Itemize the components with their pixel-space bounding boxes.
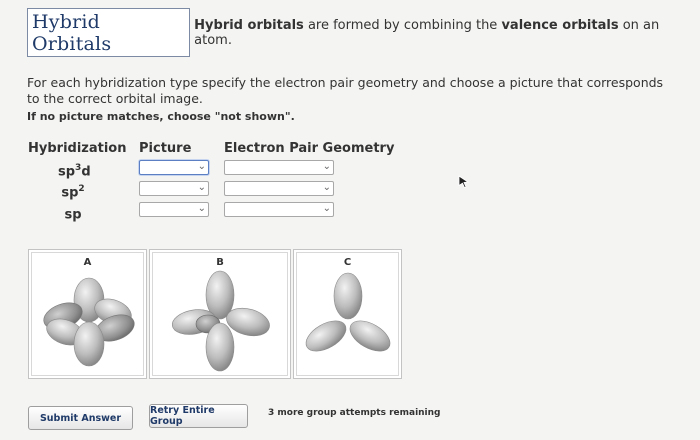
picture-panel-b: B — [149, 249, 291, 379]
page-title: Hybrid Orbitals — [27, 8, 191, 57]
retry-group-button[interactable]: Retry Entire Group — [149, 404, 248, 428]
title-description: Hybrid orbitals are formed by combining … — [194, 18, 700, 48]
orbital-octahedral-icon — [43, 277, 135, 367]
hyb-base: sp — [58, 164, 76, 180]
hybridization-sp2: sp2 — [58, 184, 88, 200]
picture-panel-a: A — [28, 249, 147, 379]
desc-bold-hybrid: Hybrid orbitals — [194, 17, 304, 33]
header-geometry: Electron Pair Geometry — [224, 141, 395, 156]
orbital-trigonal-bipyramidal-icon — [171, 270, 270, 372]
chevron-down-icon: ⌄ — [197, 161, 206, 172]
header-picture: Picture — [139, 141, 192, 156]
desc-bold-valence: valence orbitals — [501, 17, 619, 33]
picture-select-sp2[interactable]: ⌄ — [139, 181, 209, 196]
chevron-down-icon: ⌄ — [197, 182, 206, 193]
desc-mid: are formed by combining the — [303, 17, 502, 33]
picture-select-sp3d[interactable]: ⌄ — [139, 160, 209, 175]
chevron-down-icon: ⌄ — [322, 182, 331, 193]
hybridization-sp: sp — [58, 206, 88, 222]
header: Hybrid Orbitals Hybrid orbitals are form… — [27, 8, 700, 57]
hyb-sup: 2 — [78, 184, 85, 194]
geometry-select-sp2[interactable]: ⌄ — [224, 181, 334, 196]
header-hybridization: Hybridization — [28, 141, 127, 156]
orbital-trigonal-planar-icon — [305, 272, 391, 352]
instructions: For each hybridization type specify the … — [27, 75, 664, 106]
hybridization-sp3d: sp3d — [58, 163, 91, 180]
chevron-down-icon: ⌄ — [197, 203, 206, 214]
hyb-base: sp — [61, 185, 79, 201]
note: If no picture matches, choose "not shown… — [27, 110, 295, 123]
attempts-remaining: 3 more group attempts remaining — [268, 408, 441, 418]
submit-answer-button[interactable]: Submit Answer — [28, 406, 133, 430]
chevron-down-icon: ⌄ — [322, 203, 331, 214]
picture-panel-c: C — [293, 249, 402, 379]
geometry-select-sp3d[interactable]: ⌄ — [224, 160, 334, 175]
hyb-base: sp — [64, 207, 82, 223]
chevron-down-icon: ⌄ — [322, 161, 331, 172]
hyb-suffix: d — [81, 164, 91, 180]
picture-select-sp[interactable]: ⌄ — [139, 202, 209, 217]
mouse-cursor-icon — [458, 174, 470, 193]
geometry-select-sp[interactable]: ⌄ — [224, 202, 334, 217]
